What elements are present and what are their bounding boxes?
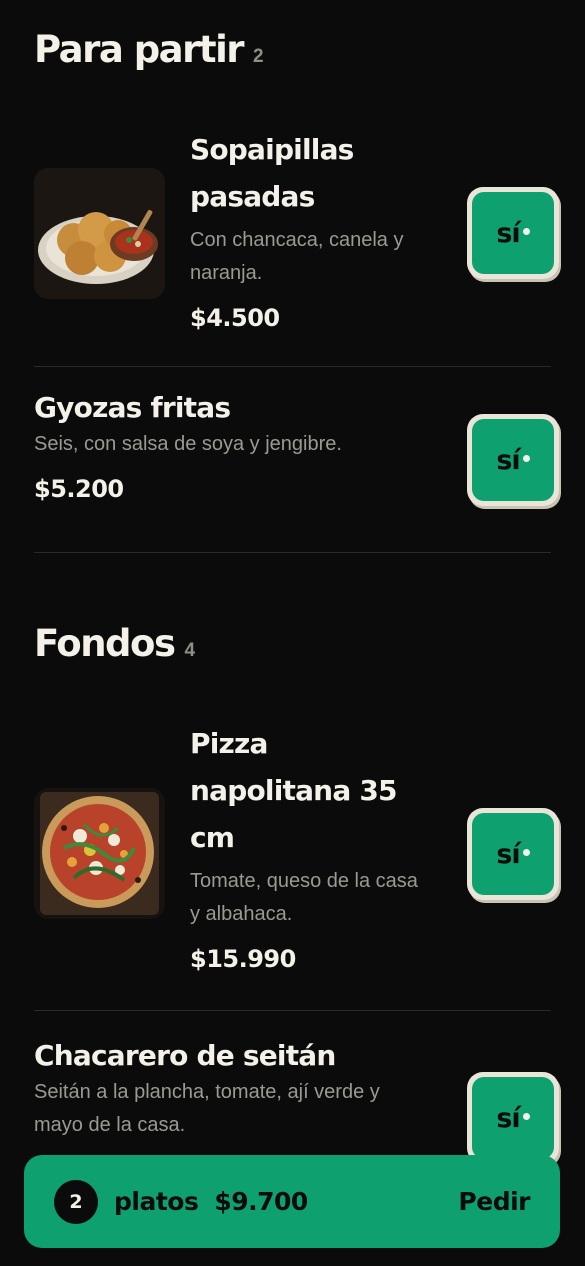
menu-item-gyozas: Gyozas fritas Seis, con salsa de soya y …: [34, 380, 559, 550]
item-name: Sopaipillas pasadas: [190, 126, 470, 220]
order-action-label: Pedir: [458, 1187, 530, 1216]
item-price: $4.500: [190, 304, 280, 332]
order-cart-button[interactable]: 2 platos $9.700 Pedir: [24, 1155, 560, 1248]
section-count: 4: [184, 640, 196, 661]
item-name: Chacarero de seitán: [34, 1036, 454, 1076]
gyozas-info: Gyozas fritas Seis, con salsa de soya y …: [34, 388, 434, 503]
item-description: Seis, con salsa de soya y jengibre.: [34, 428, 434, 461]
item-price: $5.200: [34, 475, 124, 503]
si-button-face: sí: [472, 419, 554, 501]
dot-icon: [522, 227, 530, 235]
item-description-line: Seitán a la plancha, tomate, ají verde y: [34, 1081, 380, 1103]
item-description: Seitán a la plancha, tomate, ají verde y…: [34, 1076, 454, 1142]
cart-label: platos: [114, 1187, 199, 1216]
si-label: sí: [496, 1102, 520, 1134]
item-name: Pizza napolitana 35 cm: [190, 720, 470, 861]
item-name: Gyozas fritas: [34, 388, 434, 428]
item-price: $15.990: [190, 945, 296, 973]
si-label: sí: [496, 838, 520, 870]
section-count: 2: [253, 46, 264, 67]
item-description-line: Seis, con salsa de soya y jengibre.: [34, 433, 342, 455]
add-gyozas-button[interactable]: sí: [467, 414, 559, 506]
cart-total: $9.700: [214, 1187, 308, 1216]
item-name-line: cm: [190, 821, 235, 854]
item-description: Con chancaca, canela y naranja.: [190, 224, 470, 290]
si-label: sí: [496, 444, 520, 476]
item-description-line: naranja.: [190, 262, 263, 284]
item-description-line: Tomate, queso de la casa: [190, 870, 418, 892]
item-description: Tomate, queso de la casa y albahaca.: [190, 865, 470, 931]
si-button-face: sí: [472, 813, 554, 895]
chacarero-info: Chacarero de seitán Seitán a la plancha,…: [34, 1036, 454, 1142]
item-description-line: Con chancaca, canela y: [190, 229, 404, 251]
add-sopaipillas-button[interactable]: sí: [467, 187, 559, 279]
section-name: Para partir: [34, 28, 245, 71]
pizza-info: Pizza napolitana 35 cm Tomate, queso de …: [190, 720, 470, 973]
item-name-line: napolitana 35: [190, 774, 398, 807]
menu-item-sopaipillas: Sopaipillas pasadas Con chancaca, canela…: [34, 120, 559, 350]
section-title-fondos: Fondos 4: [34, 622, 195, 665]
dot-icon: [522, 1112, 530, 1120]
sopaipillas-info: Sopaipillas pasadas Con chancaca, canela…: [190, 126, 470, 332]
menu-item-chacarero: Chacarero de seitán Seitán a la plancha,…: [34, 1022, 559, 1164]
dot-icon: [522, 848, 530, 856]
si-label: sí: [496, 217, 520, 249]
item-name-line: Chacarero de seitán: [34, 1039, 336, 1072]
section-title-para-partir: Para partir 2: [34, 28, 264, 71]
item-description-line: mayo de la casa.: [34, 1114, 186, 1136]
dot-icon: [522, 454, 530, 462]
menu-item-pizza: Pizza napolitana 35 cm Tomate, queso de …: [34, 718, 559, 998]
item-name-line: Gyozas fritas: [34, 391, 231, 424]
divider: [34, 1010, 551, 1011]
add-chacarero-button[interactable]: sí: [467, 1072, 559, 1164]
item-name-line: pasadas: [190, 180, 315, 213]
si-button-face: sí: [472, 192, 554, 274]
add-pizza-button[interactable]: sí: [467, 808, 559, 900]
item-description-line: y albahaca.: [190, 903, 293, 925]
cart-count-badge: 2: [54, 1179, 98, 1224]
pizza-image: [34, 788, 165, 919]
si-button-face: sí: [472, 1077, 554, 1159]
section-name: Fondos: [34, 622, 176, 665]
item-name-line: Sopaipillas: [190, 133, 354, 166]
divider: [34, 552, 551, 553]
divider: [34, 366, 551, 367]
sopaipillas-image: [34, 168, 165, 299]
item-name-line: Pizza: [190, 727, 268, 760]
